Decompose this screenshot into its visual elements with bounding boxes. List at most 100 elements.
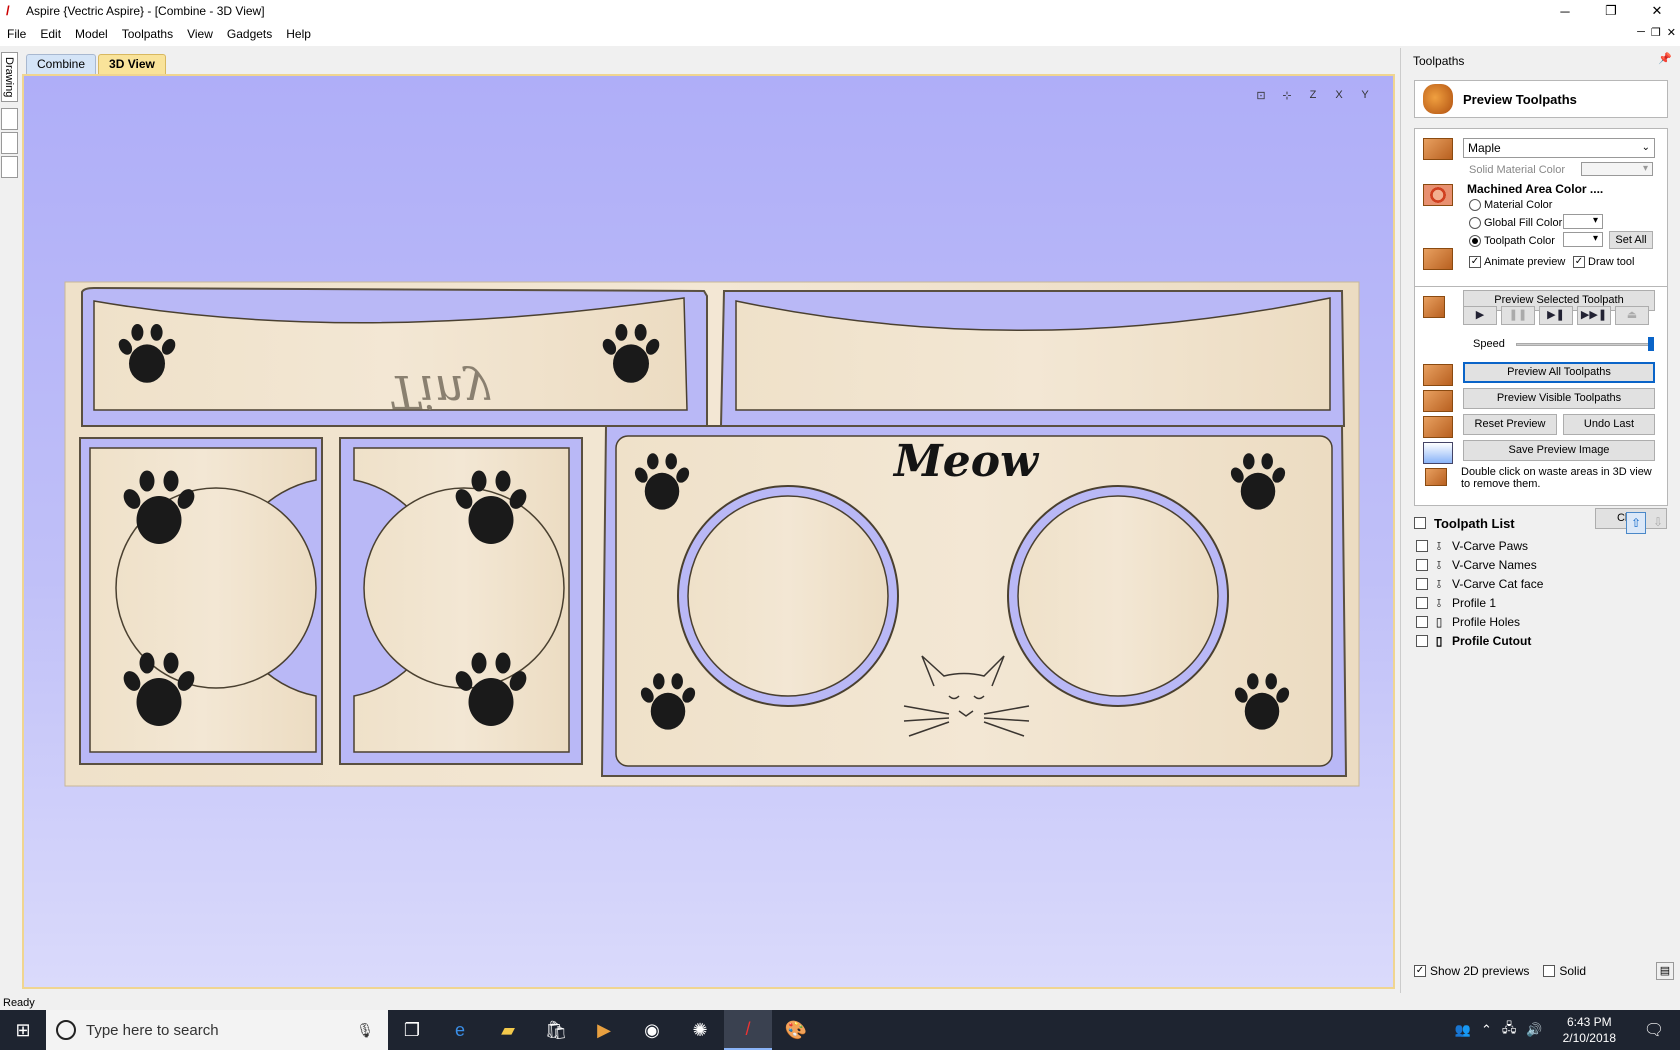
draw-tool-label: Draw tool (1588, 256, 1635, 268)
select-all-toolpaths-checkbox[interactable] (1414, 517, 1426, 529)
step-button[interactable]: ▶❚ (1539, 306, 1573, 325)
machined-color-icon (1423, 184, 1453, 206)
solid-material-color-label: Solid Material Color (1469, 164, 1565, 176)
save-preview-image-button[interactable]: Save Preview Image (1463, 440, 1655, 461)
solid-checkbox[interactable] (1543, 965, 1556, 977)
set-all-button[interactable]: Set All (1609, 231, 1653, 249)
left-tab-2[interactable] (1, 108, 18, 130)
volume-icon[interactable]: 🔊 (1526, 1022, 1542, 1038)
solid-material-color-select[interactable]: ▾ (1581, 162, 1653, 176)
selected-toolpath-icon (1423, 296, 1445, 318)
move-up-icon[interactable]: ⇧ (1626, 512, 1646, 534)
material-color-radio[interactable] (1469, 199, 1481, 211)
animate-preview-checkbox[interactable]: ✓ (1469, 256, 1481, 268)
toolpath-item[interactable]: ▯ Profile Holes (1416, 612, 1520, 631)
tab-3d-view[interactable]: 3D View (98, 54, 166, 74)
panel-options-icon[interactable]: ▤ (1656, 962, 1674, 980)
pin-icon[interactable]: 📌 (1658, 52, 1672, 65)
network-icon[interactable]: 🖧 (1502, 1019, 1517, 1041)
people-icon[interactable]: 👥 (1455, 1022, 1471, 1038)
machined-area-color-label: Machined Area Color .... (1467, 182, 1604, 196)
left-tab-3[interactable] (1, 132, 18, 154)
toolpath-checkbox[interactable] (1416, 539, 1428, 552)
show-2d-previews-label: Show 2D previews (1430, 964, 1530, 978)
global-fill-color-select[interactable]: ▾ (1563, 214, 1603, 229)
vcarve-icon: ⫱ (1436, 557, 1442, 572)
reset-preview-button[interactable]: Reset Preview (1463, 414, 1557, 435)
speed-label: Speed (1473, 338, 1505, 350)
toolpath-item[interactable]: ▯ Profile Cutout (1416, 631, 1531, 650)
task-view-icon[interactable]: ❐ (388, 1010, 436, 1050)
menu-bar: File Edit Model Toolpaths View Gadgets H… (0, 22, 1680, 46)
mdi-minimize-icon[interactable]: ─ (1637, 26, 1645, 39)
pause-button[interactable]: ❚❚ (1501, 306, 1535, 325)
move-down-icon[interactable]: ⇩ (1648, 512, 1668, 534)
toolpath-item[interactable]: ⫱ V-Carve Paws (1416, 536, 1528, 555)
toolpath-checkbox[interactable] (1416, 577, 1428, 590)
speed-slider-thumb[interactable] (1648, 337, 1654, 351)
menu-gadgets[interactable]: Gadgets (220, 27, 279, 41)
start-button-icon[interactable]: ⊞ (0, 1010, 46, 1050)
menu-help[interactable]: Help (279, 27, 318, 41)
menu-view[interactable]: View (180, 27, 220, 41)
toolpath-item[interactable]: ⫱ V-Carve Cat face (1416, 574, 1543, 593)
chrome-icon[interactable]: ◉ (628, 1010, 676, 1050)
global-fill-color-label: Global Fill Color (1484, 217, 1563, 229)
search-placeholder: Type here to search (86, 1021, 219, 1039)
taskbar-search[interactable]: Type here to search 🎙 (46, 1010, 388, 1050)
restore-button[interactable]: ❐ (1588, 0, 1634, 22)
tray-chevron-icon[interactable]: ⌃ (1481, 1022, 1492, 1038)
media-icon[interactable]: ▶ (580, 1010, 628, 1050)
paint-icon[interactable]: 🎨 (772, 1010, 820, 1050)
left-tab-strip: Drawing (0, 50, 20, 995)
mdi-restore-icon[interactable]: ❐ (1651, 26, 1661, 39)
cortana-icon (56, 1020, 76, 1040)
menu-file[interactable]: File (0, 27, 33, 41)
animate-preview-label: Animate preview (1484, 256, 1566, 268)
toolpath-checkbox[interactable] (1416, 558, 1428, 571)
menu-model[interactable]: Model (68, 27, 115, 41)
mdi-close-icon[interactable]: ✕ (1667, 26, 1676, 39)
3d-viewport[interactable]: ⊡ ⊹ Z X Y Tiny Meow (22, 74, 1395, 989)
toolpath-color-radio[interactable] (1469, 235, 1481, 247)
play-button[interactable]: ▶ (1463, 306, 1497, 325)
microphone-icon[interactable]: 🎙 (356, 1022, 374, 1039)
toolpath-item[interactable]: ⫱ Profile 1 (1416, 593, 1496, 612)
status-text: Ready (3, 997, 35, 1009)
toolpath-checkbox[interactable] (1416, 596, 1428, 609)
left-tab-4[interactable] (1, 156, 18, 178)
material-color-label: Material Color (1484, 199, 1553, 211)
preview-all-toolpaths-button[interactable]: Preview All Toolpaths (1463, 362, 1655, 383)
drawing-tab[interactable]: Drawing (1, 52, 18, 103)
vcarve-icon: ⫱ (1436, 576, 1442, 591)
show-2d-previews-checkbox[interactable]: ✓ (1414, 965, 1426, 977)
close-window-button[interactable]: ✕ (1634, 0, 1680, 22)
toolpath-item[interactable]: ⫱ V-Carve Names (1416, 555, 1537, 574)
material-select[interactable]: Maple ⌄ (1463, 138, 1655, 158)
toolpath-checkbox[interactable] (1416, 615, 1428, 628)
menu-edit[interactable]: Edit (33, 27, 68, 41)
undo-last-button[interactable]: Undo Last (1563, 414, 1655, 435)
tab-combine[interactable]: Combine (26, 54, 97, 74)
toolpath-color-select[interactable]: ▾ (1563, 232, 1603, 247)
app-icon[interactable]: ✺ (676, 1010, 724, 1050)
menu-toolpaths[interactable]: Toolpaths (115, 27, 180, 41)
speed-slider[interactable] (1516, 343, 1654, 346)
meow-carving: Meow (892, 436, 1040, 487)
toolpath-checkbox[interactable] (1416, 634, 1428, 647)
file-explorer-icon[interactable]: ▰ (484, 1010, 532, 1050)
aspire-taskbar-icon[interactable]: / (724, 1010, 772, 1050)
draw-tool-checkbox[interactable]: ✓ (1573, 256, 1585, 268)
aspire-app-icon: / (6, 3, 10, 18)
stop-button[interactable]: ⏏ (1615, 306, 1649, 325)
material-icon (1423, 138, 1453, 160)
edge-icon[interactable]: e (436, 1010, 484, 1050)
fast-forward-button[interactable]: ▶▶❚ (1577, 306, 1611, 325)
clock[interactable]: 6:43 PM 2/10/2018 (1563, 1014, 1616, 1046)
store-icon[interactable]: 🛍 (532, 1010, 580, 1050)
minimize-button[interactable]: ─ (1542, 0, 1588, 22)
preview-visible-toolpaths-button[interactable]: Preview Visible Toolpaths (1463, 388, 1655, 409)
global-fill-color-radio[interactable] (1469, 217, 1481, 229)
notifications-icon[interactable]: 🗨 (1636, 1020, 1672, 1040)
preview-toolpaths-icon (1423, 84, 1453, 114)
